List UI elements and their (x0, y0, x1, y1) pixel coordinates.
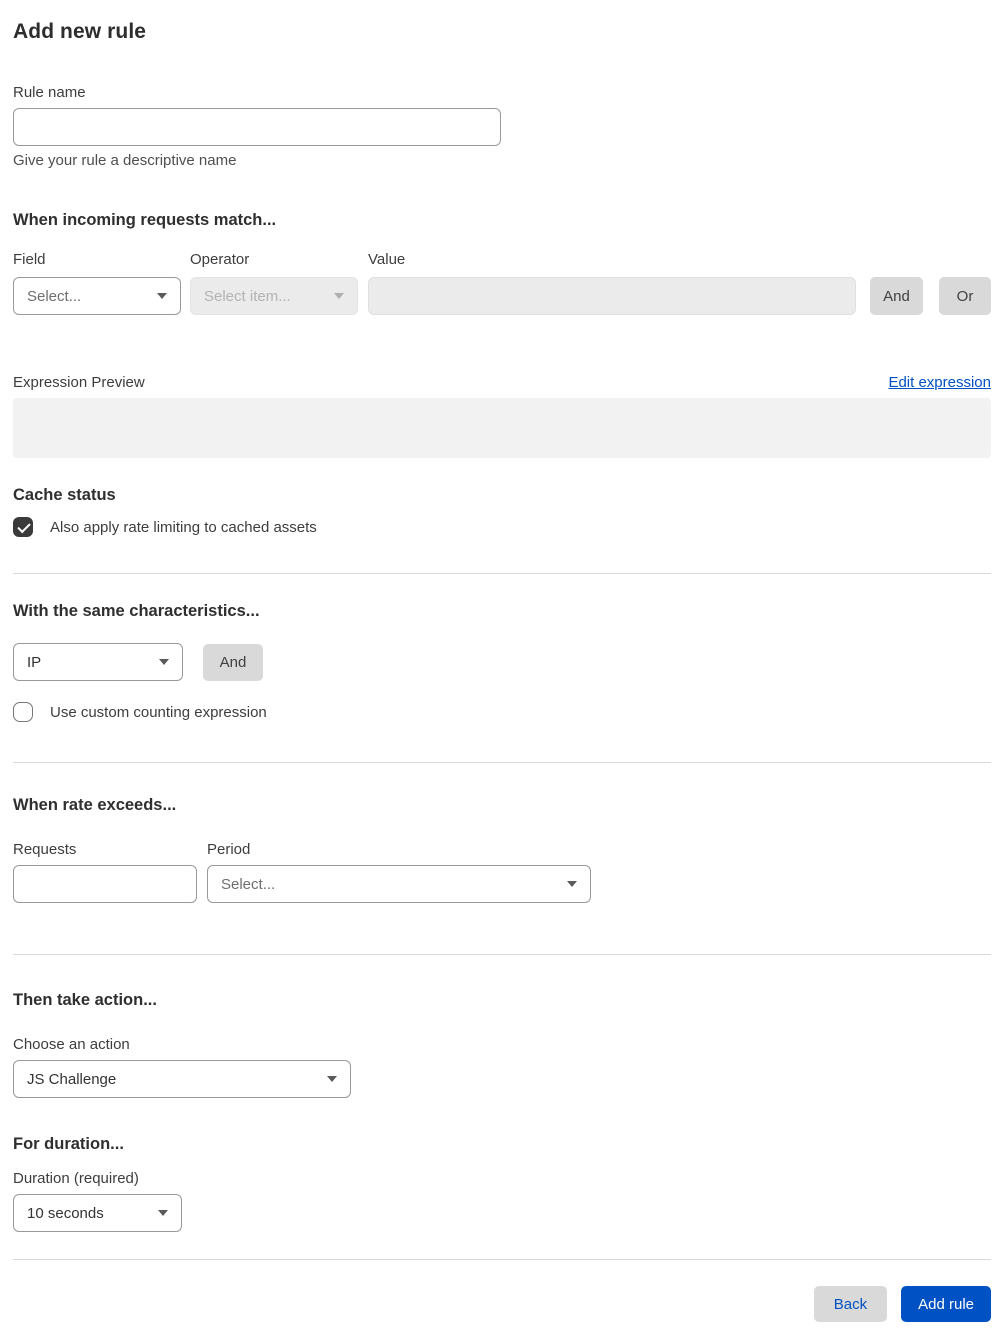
rule-name-helper: Give your rule a descriptive name (13, 152, 237, 169)
value-label: Value (368, 251, 406, 268)
action-select-value: JS Challenge (27, 1070, 117, 1088)
chevron-down-icon (567, 881, 577, 887)
and-button[interactable]: And (870, 277, 923, 315)
operator-select: Select item... (190, 277, 358, 315)
field-select[interactable]: Select... (13, 277, 181, 315)
rule-name-input[interactable] (13, 108, 501, 146)
characteristics-row: IP And (13, 643, 991, 681)
cached-assets-checkbox[interactable] (13, 517, 33, 537)
or-button[interactable]: Or (939, 277, 991, 315)
duration-select-value: 10 seconds (27, 1204, 104, 1222)
duration-select[interactable]: 10 seconds (13, 1194, 182, 1232)
duration-heading: For duration... (13, 1135, 124, 1153)
chevron-down-icon (157, 293, 167, 299)
operator-label: Operator (190, 251, 250, 268)
expression-preview-header: Expression Preview Edit expression (13, 374, 991, 391)
action-select[interactable]: JS Challenge (13, 1060, 351, 1098)
period-select[interactable]: Select... (207, 865, 591, 903)
chevron-down-icon (327, 1076, 337, 1082)
custom-counting-checkbox-label: Use custom counting expression (50, 703, 267, 721)
expression-preview-label: Expression Preview (13, 374, 145, 391)
footer-actions: Back Add rule (13, 1286, 991, 1322)
period-column: Period Select... (207, 841, 591, 903)
requests-column: Requests (13, 841, 197, 903)
characteristic-select[interactable]: IP (13, 643, 183, 681)
divider (13, 1259, 991, 1260)
value-column: Value (368, 251, 856, 315)
divider (13, 573, 991, 574)
cache-checkbox-row: Also apply rate limiting to cached asset… (13, 517, 991, 537)
requests-label: Requests (13, 841, 77, 858)
page-title: Add new rule (13, 20, 147, 43)
custom-counting-checkbox[interactable] (13, 702, 33, 722)
match-section-heading: When incoming requests match... (13, 211, 277, 229)
cached-assets-checkbox-label: Also apply rate limiting to cached asset… (50, 518, 317, 536)
action-heading: Then take action... (13, 991, 157, 1009)
field-label: Field (13, 251, 46, 268)
period-label: Period (207, 841, 251, 858)
value-input (368, 277, 856, 315)
characteristic-and-button[interactable]: And (203, 643, 263, 681)
action-label: Choose an action (13, 1036, 130, 1053)
match-expression-row: Field Select... Operator Select item... … (13, 251, 991, 315)
characteristic-select-value: IP (27, 653, 42, 671)
back-button[interactable]: Back (813, 1286, 888, 1322)
chevron-down-icon (158, 1210, 168, 1216)
field-column: Field Select... (13, 251, 181, 315)
duration-label: Duration (required) (13, 1170, 139, 1187)
rule-name-label: Rule name (13, 84, 86, 101)
edit-expression-link[interactable]: Edit expression (888, 374, 991, 391)
counting-expression-row: Use custom counting expression (13, 702, 991, 722)
add-rule-form: Add new rule Rule name Give your rule a … (0, 0, 1002, 1335)
divider (13, 954, 991, 955)
operator-select-value: Select item... (204, 287, 291, 305)
expression-preview-box (13, 398, 991, 458)
period-select-value: Select... (221, 875, 276, 893)
divider (13, 762, 991, 763)
field-select-value: Select... (27, 287, 82, 305)
chevron-down-icon (159, 659, 169, 665)
chevron-down-icon (334, 293, 344, 299)
requests-input[interactable] (13, 865, 197, 903)
add-rule-button[interactable]: Add rule (901, 1286, 991, 1322)
rate-heading: When rate exceeds... (13, 796, 177, 814)
cache-status-heading: Cache status (13, 486, 116, 504)
rate-row: Requests Period Select... (13, 841, 991, 903)
operator-column: Operator Select item... (190, 251, 358, 315)
characteristics-heading: With the same characteristics... (13, 602, 260, 620)
